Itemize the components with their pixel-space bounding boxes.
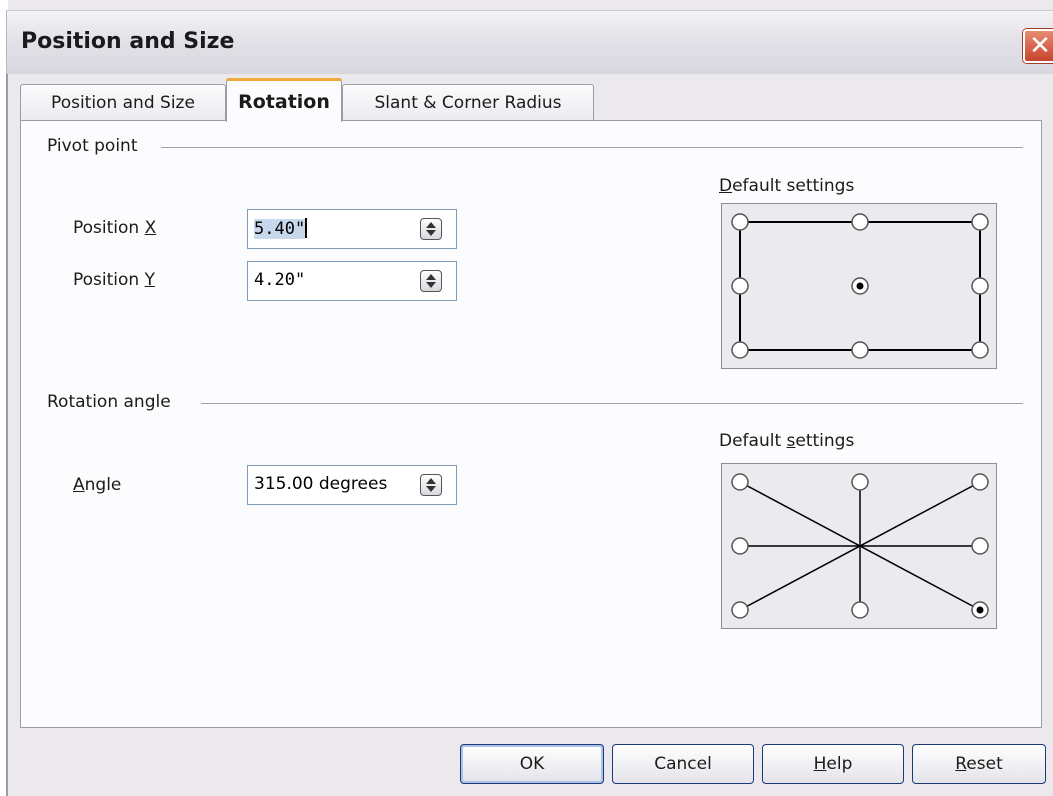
angle-radio-0 — [971, 537, 989, 555]
angle-label: Angle — [73, 475, 122, 495]
position-x-label: Position X — [73, 218, 157, 238]
reset-button[interactable]: Reset — [912, 744, 1046, 784]
angle-radio-135 — [731, 473, 749, 491]
reset-label: Reset — [955, 754, 1003, 774]
angle-field[interactable]: 315.00 degrees — [247, 465, 457, 505]
angle-preset-grid — [731, 473, 989, 619]
angle-radio-45 — [971, 473, 989, 491]
position-x-field[interactable]: 5.40" — [247, 209, 457, 249]
position-y-label: Position Y — [73, 270, 155, 290]
pivot-radio-bottom-center — [851, 341, 869, 359]
ok-label: OK — [519, 754, 545, 774]
pivot-position-grid — [731, 213, 989, 359]
tab-label: Position and Size — [51, 92, 195, 113]
section-divider — [161, 147, 1023, 148]
angle-radio-90 — [851, 473, 869, 491]
position-y-value[interactable]: 4.20" — [254, 270, 305, 290]
tab-rotation[interactable]: Rotation — [226, 78, 342, 122]
tab-slant-and-corner-radius[interactable]: Slant & Corner Radius — [342, 84, 594, 120]
title-bar[interactable]: Position and Size ✕ — [6, 10, 1053, 74]
close-icon: ✕ — [1029, 31, 1051, 61]
ok-button[interactable]: OK — [460, 744, 604, 784]
position-y-spinner[interactable] — [420, 270, 442, 292]
pivot-selected-dot — [856, 282, 864, 290]
pivot-position-selector[interactable] — [721, 203, 997, 369]
position-and-size-dialog: Position and Size ✕ Position and Size Ro… — [0, 0, 1053, 796]
angle-preset-selector[interactable] — [721, 463, 997, 629]
pivot-radio-top-right — [971, 213, 989, 231]
position-x-spinner[interactable] — [420, 218, 442, 240]
angle-spinner[interactable] — [420, 474, 442, 496]
angle-value[interactable]: 315.00 degrees — [254, 474, 387, 494]
position-y-field[interactable]: 4.20" — [247, 261, 457, 301]
section-divider — [201, 403, 1023, 404]
cancel-button[interactable]: Cancel — [612, 744, 754, 784]
angle-selected-dot — [976, 606, 984, 614]
rotation-angle-heading: Rotation angle — [47, 392, 179, 412]
angle-radio-270 — [851, 601, 869, 619]
angle-default-settings-label: Default settings — [719, 431, 855, 451]
pivot-radio-top-left — [731, 213, 749, 231]
window-border — [6, 10, 8, 796]
cancel-label: Cancel — [654, 754, 712, 774]
close-button[interactable]: ✕ — [1023, 29, 1053, 63]
help-label: Help — [813, 754, 853, 774]
help-button[interactable]: Help — [762, 744, 904, 784]
pivot-radio-middle-left — [731, 277, 749, 295]
tab-label: Rotation — [238, 90, 330, 113]
rotation-tab-panel: Pivot point Position X 5.40" Position Y … — [20, 120, 1042, 728]
dialog-title: Position and Size — [21, 29, 235, 54]
pivot-radio-bottom-left — [731, 341, 749, 359]
angle-radio-225 — [731, 601, 749, 619]
pivot-point-heading: Pivot point — [47, 136, 146, 156]
pivot-radio-middle-right — [971, 277, 989, 295]
pivot-radio-bottom-right — [971, 341, 989, 359]
tab-label: Slant & Corner Radius — [374, 92, 562, 113]
pivot-radio-top-center — [851, 213, 869, 231]
position-x-value[interactable]: 5.40" — [254, 218, 308, 239]
angle-radio-180 — [731, 537, 749, 555]
pivot-default-settings-label: Default settings — [719, 176, 855, 196]
tab-position-and-size[interactable]: Position and Size — [20, 84, 226, 120]
